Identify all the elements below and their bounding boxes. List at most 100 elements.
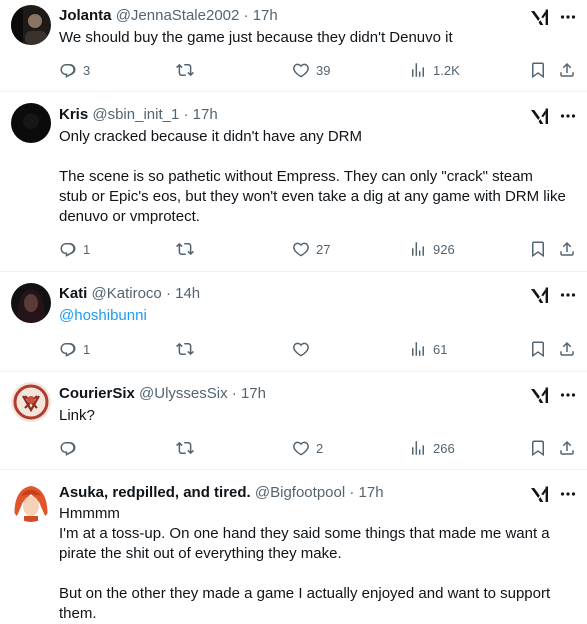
views-button[interactable]: 926 bbox=[409, 239, 455, 259]
more-icon[interactable] bbox=[560, 106, 576, 126]
more-icon[interactable] bbox=[560, 285, 576, 305]
tweet-text: We should buy the game just because they… bbox=[59, 28, 574, 48]
repost-button[interactable] bbox=[176, 339, 200, 359]
timestamp[interactable]: 17h bbox=[359, 484, 384, 501]
repost-icon bbox=[176, 439, 194, 457]
repost-button[interactable] bbox=[176, 239, 200, 259]
avatar[interactable] bbox=[11, 382, 51, 422]
text-line: But on the other they made a game I actu… bbox=[59, 585, 551, 602]
like-button[interactable]: 39 bbox=[292, 60, 330, 80]
bookmark-icon bbox=[529, 340, 547, 358]
views-button[interactable]: 1.2K bbox=[409, 60, 460, 80]
grok-icon[interactable] bbox=[530, 385, 550, 405]
share-button[interactable] bbox=[558, 339, 576, 359]
user-handle[interactable]: @JennaStale2002 bbox=[116, 7, 240, 24]
share-button[interactable] bbox=[558, 60, 576, 80]
more-icon[interactable] bbox=[560, 7, 576, 27]
action-bar: 3 39 1.2K bbox=[59, 60, 584, 80]
display-name[interactable]: CourierSix bbox=[59, 385, 135, 402]
share-icon bbox=[558, 240, 576, 258]
display-name[interactable]: Asuka, redpilled, and tired. bbox=[59, 484, 251, 501]
timestamp[interactable]: 17h bbox=[241, 385, 266, 402]
tweet[interactable]: Kris @sbin_init_1 · 17h Only cracked bec… bbox=[0, 92, 587, 272]
like-count: 27 bbox=[316, 241, 331, 257]
user-handle[interactable]: @Katiroco bbox=[92, 285, 162, 302]
share-icon bbox=[558, 61, 576, 79]
views-icon bbox=[409, 240, 427, 258]
share-icon bbox=[558, 439, 576, 457]
action-bar: 2 266 bbox=[59, 438, 584, 458]
like-button[interactable]: 27 bbox=[292, 239, 330, 259]
separator-dot: · bbox=[349, 484, 355, 501]
timestamp[interactable]: 14h bbox=[175, 285, 200, 302]
view-count: 61 bbox=[433, 341, 448, 357]
text-line: Only cracked because it didn't have any … bbox=[59, 128, 363, 145]
reply-icon bbox=[59, 439, 77, 457]
reply-button[interactable]: 1 bbox=[59, 339, 90, 359]
text-line: pirate the shit out of everything they m… bbox=[59, 545, 342, 562]
like-icon bbox=[292, 61, 310, 79]
bookmark-button[interactable] bbox=[529, 60, 547, 80]
tweet-text: Only cracked because it didn't have any … bbox=[59, 127, 574, 227]
user-handle[interactable]: @sbin_init_1 bbox=[92, 106, 179, 123]
bookmark-icon bbox=[529, 61, 547, 79]
avatar[interactable] bbox=[11, 103, 51, 143]
timestamp[interactable]: 17h bbox=[253, 7, 278, 24]
like-count: 39 bbox=[316, 62, 331, 78]
more-icon[interactable] bbox=[560, 385, 576, 405]
separator-dot: · bbox=[231, 385, 237, 402]
display-name[interactable]: Jolanta bbox=[59, 7, 112, 24]
share-icon bbox=[558, 340, 576, 358]
reply-button[interactable]: 1 bbox=[59, 239, 90, 259]
user-handle[interactable]: @UlyssesSix bbox=[139, 385, 228, 402]
repost-button[interactable] bbox=[176, 60, 200, 80]
views-icon bbox=[409, 439, 427, 457]
mention-link[interactable]: @hoshibunni bbox=[59, 307, 147, 324]
timestamp[interactable]: 17h bbox=[193, 106, 218, 123]
more-icon[interactable] bbox=[560, 484, 576, 504]
share-button[interactable] bbox=[558, 239, 576, 259]
repost-icon bbox=[176, 61, 194, 79]
bookmark-button[interactable] bbox=[529, 239, 547, 259]
reply-count: 1 bbox=[83, 241, 91, 257]
grok-icon[interactable] bbox=[530, 484, 550, 504]
like-button[interactable] bbox=[292, 339, 316, 359]
tweet[interactable]: Kati @Katiroco · 14h @hoshibunni 1 61 bbox=[0, 272, 587, 372]
text-line: Hmmmm bbox=[59, 505, 120, 522]
grok-icon[interactable] bbox=[530, 285, 550, 305]
like-count: 2 bbox=[316, 440, 324, 456]
text-line: denuvo or vmprotect. bbox=[59, 208, 200, 225]
avatar[interactable] bbox=[11, 5, 51, 45]
view-count: 266 bbox=[433, 440, 455, 456]
text-line: I'm at a toss-up. On one hand they said … bbox=[59, 525, 550, 542]
bookmark-icon bbox=[529, 240, 547, 258]
reply-count: 1 bbox=[83, 341, 91, 357]
tweet[interactable]: Asuka, redpilled, and tired. @Bigfootpoo… bbox=[0, 470, 587, 622]
tweet[interactable]: CourierSix @UlyssesSix · 17h Link? 2 266 bbox=[0, 372, 587, 470]
repost-icon bbox=[176, 240, 194, 258]
tweet[interactable]: Jolanta @JennaStale2002 · 17h We should … bbox=[0, 0, 587, 92]
display-name[interactable]: Kati bbox=[59, 285, 87, 302]
grok-icon[interactable] bbox=[530, 106, 550, 126]
text-line: Link? bbox=[59, 407, 95, 424]
separator-dot: · bbox=[243, 7, 249, 24]
tweet-text: Hmmmm I'm at a toss-up. On one hand they… bbox=[59, 504, 574, 624]
reply-icon bbox=[59, 240, 77, 258]
bookmark-icon bbox=[529, 439, 547, 457]
user-handle[interactable]: @Bigfootpool bbox=[255, 484, 345, 501]
share-button[interactable] bbox=[558, 438, 576, 458]
repost-icon bbox=[176, 340, 194, 358]
reply-button[interactable] bbox=[59, 438, 83, 458]
like-button[interactable]: 2 bbox=[292, 438, 323, 458]
display-name[interactable]: Kris bbox=[59, 106, 88, 123]
avatar[interactable] bbox=[11, 283, 51, 323]
bookmark-button[interactable] bbox=[529, 438, 547, 458]
bookmark-button[interactable] bbox=[529, 339, 547, 359]
views-button[interactable]: 266 bbox=[409, 438, 455, 458]
avatar[interactable] bbox=[11, 482, 51, 522]
views-button[interactable]: 61 bbox=[409, 339, 447, 359]
repost-button[interactable] bbox=[176, 438, 200, 458]
grok-icon[interactable] bbox=[530, 7, 550, 27]
separator-dot: · bbox=[183, 106, 189, 123]
reply-button[interactable]: 3 bbox=[59, 60, 90, 80]
